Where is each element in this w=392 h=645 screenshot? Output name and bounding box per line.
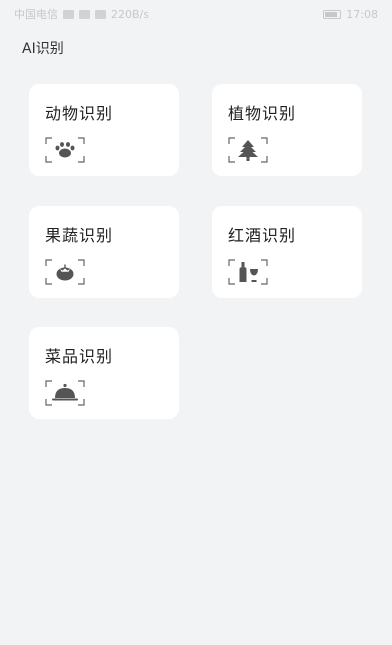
tree-icon <box>228 137 268 163</box>
signal-icon <box>79 9 90 19</box>
message-icon <box>63 9 74 19</box>
paw-icon <box>45 137 85 163</box>
status-right: 17:08 <box>323 8 378 21</box>
status-left: 中国电信 220B/s <box>14 6 149 22</box>
wifi-icon <box>95 9 106 19</box>
status-time: 17:08 <box>346 7 378 21</box>
page-title: AI识别 <box>22 41 64 57</box>
network-speed: 220B/s <box>111 7 149 21</box>
card-label: 果蔬识别 <box>45 226 114 245</box>
tomato-icon <box>45 259 85 285</box>
card-fruit-vegetable-recognition[interactable]: 果蔬识别 <box>29 206 179 298</box>
dish-icon <box>45 380 85 406</box>
battery-icon <box>323 9 342 19</box>
card-label: 动物识别 <box>45 104 114 123</box>
card-label: 红酒识别 <box>228 226 297 245</box>
card-plant-recognition[interactable]: 植物识别 <box>212 84 362 176</box>
card-dish-recognition[interactable]: 菜品识别 <box>29 327 179 419</box>
card-wine-recognition[interactable]: 红酒识别 <box>212 206 362 298</box>
carrier-text: 中国电信 <box>14 8 58 21</box>
wine-icon <box>228 259 268 285</box>
card-label: 植物识别 <box>228 104 297 123</box>
status-bar: 中国电信 220B/s 17:08 <box>0 0 392 28</box>
card-animal-recognition[interactable]: 动物识别 <box>29 84 179 176</box>
card-label: 菜品识别 <box>45 347 114 366</box>
